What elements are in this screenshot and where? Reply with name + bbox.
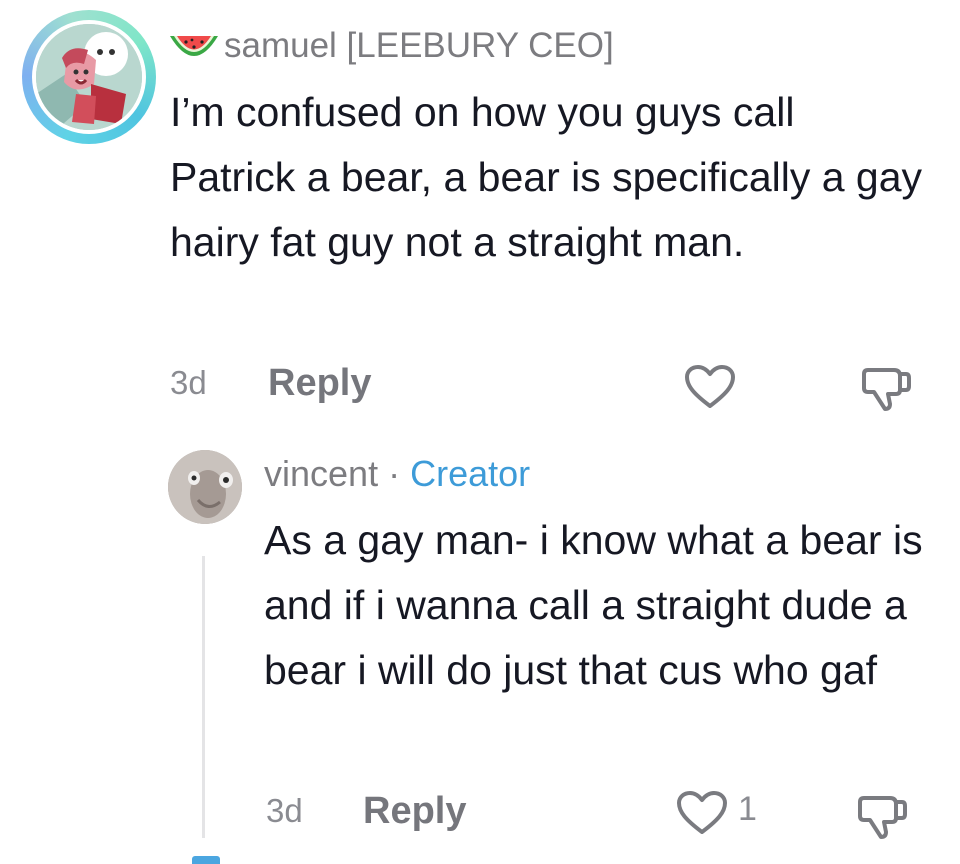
thread-line	[202, 556, 205, 838]
like-count: 1	[738, 790, 757, 828]
thumbs-down-outline-icon[interactable]	[860, 364, 912, 412]
reply-button[interactable]: Reply	[268, 362, 371, 405]
watermelon-icon	[170, 36, 218, 56]
creator-badge: Creator	[410, 453, 531, 494]
replier-avatar[interactable]	[168, 450, 242, 524]
replier-name-row: vincent · Creator	[264, 454, 530, 494]
replier-username[interactable]: vincent	[264, 453, 378, 494]
heart-outline-icon[interactable]	[684, 364, 736, 410]
heart-outline-icon[interactable]	[676, 790, 728, 836]
reply-timestamp: 3d	[266, 792, 303, 829]
name-separator: ·	[388, 453, 401, 494]
commenter-avatar[interactable]	[22, 10, 156, 144]
reply-to-reply-button[interactable]: Reply	[363, 790, 466, 833]
commenter-username[interactable]: samuel [LEEBURY CEO]	[224, 26, 614, 66]
next-item-edge	[192, 856, 220, 864]
comment-text: I’m confused on how you guys call Patric…	[170, 89, 923, 265]
comment-timestamp: 3d	[170, 364, 207, 401]
thumbs-down-outline-icon[interactable]	[856, 792, 908, 840]
reply-text: As a gay man- i know what a bear is and …	[264, 517, 923, 693]
